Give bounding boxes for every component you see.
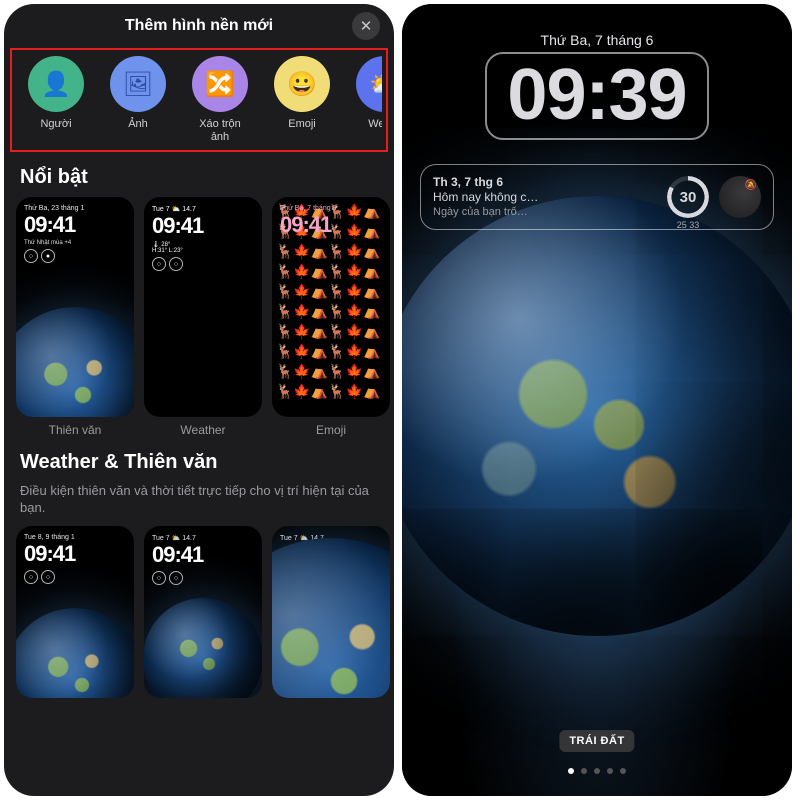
featured-thumbnails: Thứ Ba, 23 tháng 1 09:41 Thứ Nhật mùa +4… (4, 197, 394, 437)
wallpaper-thumb[interactable]: Tue 7 ⛅ 14.7 09:41 🌡 28°H:31° L:23° ○○ W… (144, 197, 262, 437)
earth-icon (144, 598, 262, 698)
gallery-header: Thêm hình nền mới ✕ (4, 4, 394, 48)
moon-widget[interactable] (719, 176, 761, 218)
category-label: Người (40, 118, 71, 144)
lockscreen-preview: Thứ Ba, 7 tháng 6 09:39 Th 3, 7 thg 6 Hô… (402, 4, 792, 796)
category-photos[interactable]: 🖼 Ảnh (102, 56, 174, 144)
category-label: Ảnh (128, 118, 148, 144)
ring-subvalues: 25 33 (658, 220, 718, 230)
lockscreen-widget-panel[interactable]: Th 3, 7 thg 6 Hôm nay không c… Ngày của … (420, 164, 774, 230)
wallpaper-thumb[interactable]: Tue 8, 9 tháng 1 09:41 ○○ (16, 526, 134, 698)
category-label: Weath (368, 118, 382, 144)
thumb-caption: Emoji (316, 423, 346, 437)
page-dot (594, 768, 600, 774)
wallpaper-thumb[interactable]: Tue 7 ⛅ 14.7 09:41 ○○ (272, 526, 390, 698)
category-people[interactable]: 👤 Người (20, 56, 92, 144)
close-button[interactable]: ✕ (352, 12, 380, 40)
calendar-widget-line3: Ngày của bạn trố… (433, 205, 657, 220)
shuffle-icon: 🔀 (192, 56, 248, 112)
lockscreen-time[interactable]: 09:39 (485, 52, 708, 140)
wallpaper-thumb[interactable]: Tue 7 ⛅ 14.7 09:41 ○○ (144, 526, 262, 698)
wallpaper-thumb[interactable]: Thứ Ba, 23 tháng 1 09:41 Thứ Nhật mùa +4… (16, 197, 134, 437)
activity-ring-widget[interactable]: 30 25 33 (667, 176, 709, 218)
calendar-widget-line2: Hôm nay không c… (433, 190, 657, 205)
weather-astro-thumbnails: Tue 8, 9 tháng 1 09:41 ○○ Tue 7 ⛅ 14.7 0… (4, 526, 394, 698)
close-icon: ✕ (360, 17, 373, 35)
ring-icon (667, 176, 709, 218)
weather-icon: ⛅ (356, 56, 382, 112)
category-label: Emoji (288, 118, 316, 144)
wallpaper-gallery-screen: Thêm hình nền mới ✕ 👤 Người 🖼 Ảnh 🔀 Xáo … (4, 4, 394, 796)
weather-astro-section-title: Weather & Thiên văn (4, 437, 394, 482)
lockscreen-date[interactable]: Thứ Ba, 7 tháng 6 (402, 32, 792, 48)
categories-highlight-box: 👤 Người 🖼 Ảnh 🔀 Xáo trộn ảnh 😀 Emoji ⛅ (10, 48, 388, 152)
earth-icon (16, 307, 134, 417)
wallpaper-name-chip[interactable]: TRÁI ĐẤT (559, 730, 634, 752)
thumb-caption: Weather (180, 423, 225, 437)
page-dot (620, 768, 626, 774)
weather-astro-section-subtitle: Điều kiện thiên văn và thời tiết trực ti… (4, 482, 394, 526)
person-icon: 👤 (28, 56, 84, 112)
gallery-title: Thêm hình nền mới (125, 17, 273, 35)
earth-icon (16, 608, 134, 698)
earth-icon (402, 196, 792, 636)
category-emoji[interactable]: 😀 Emoji (266, 56, 338, 144)
category-label: Xáo trộn ảnh (199, 118, 241, 144)
wallpaper-thumb[interactable]: 🦌🍁⛺🦌🍁⛺🦌🍁⛺🦌🍁⛺🦌🍁⛺🦌🍁⛺🦌🍁⛺🦌🍁⛺🦌🍁⛺🦌🍁⛺🦌🍁⛺🦌🍁⛺🦌🍁⛺🦌… (272, 197, 390, 437)
calendar-widget[interactable]: Th 3, 7 thg 6 Hôm nay không c… Ngày của … (433, 175, 657, 220)
page-dot (568, 768, 574, 774)
photos-icon: 🖼 (110, 56, 166, 112)
page-dot (581, 768, 587, 774)
category-weather[interactable]: ⛅ Weath (348, 56, 382, 144)
emoji-icon: 😀 (274, 56, 330, 112)
featured-section-title: Nổi bật (4, 152, 394, 197)
earth-icon (272, 538, 390, 698)
thumb-caption: Thiên văn (49, 423, 102, 437)
category-row: 👤 Người 🖼 Ảnh 🔀 Xáo trộn ảnh 😀 Emoji ⛅ (16, 56, 382, 144)
page-dot (607, 768, 613, 774)
page-indicator[interactable] (402, 768, 792, 774)
calendar-widget-date: Th 3, 7 thg 6 (433, 175, 657, 190)
category-shuffle[interactable]: 🔀 Xáo trộn ảnh (184, 56, 256, 144)
